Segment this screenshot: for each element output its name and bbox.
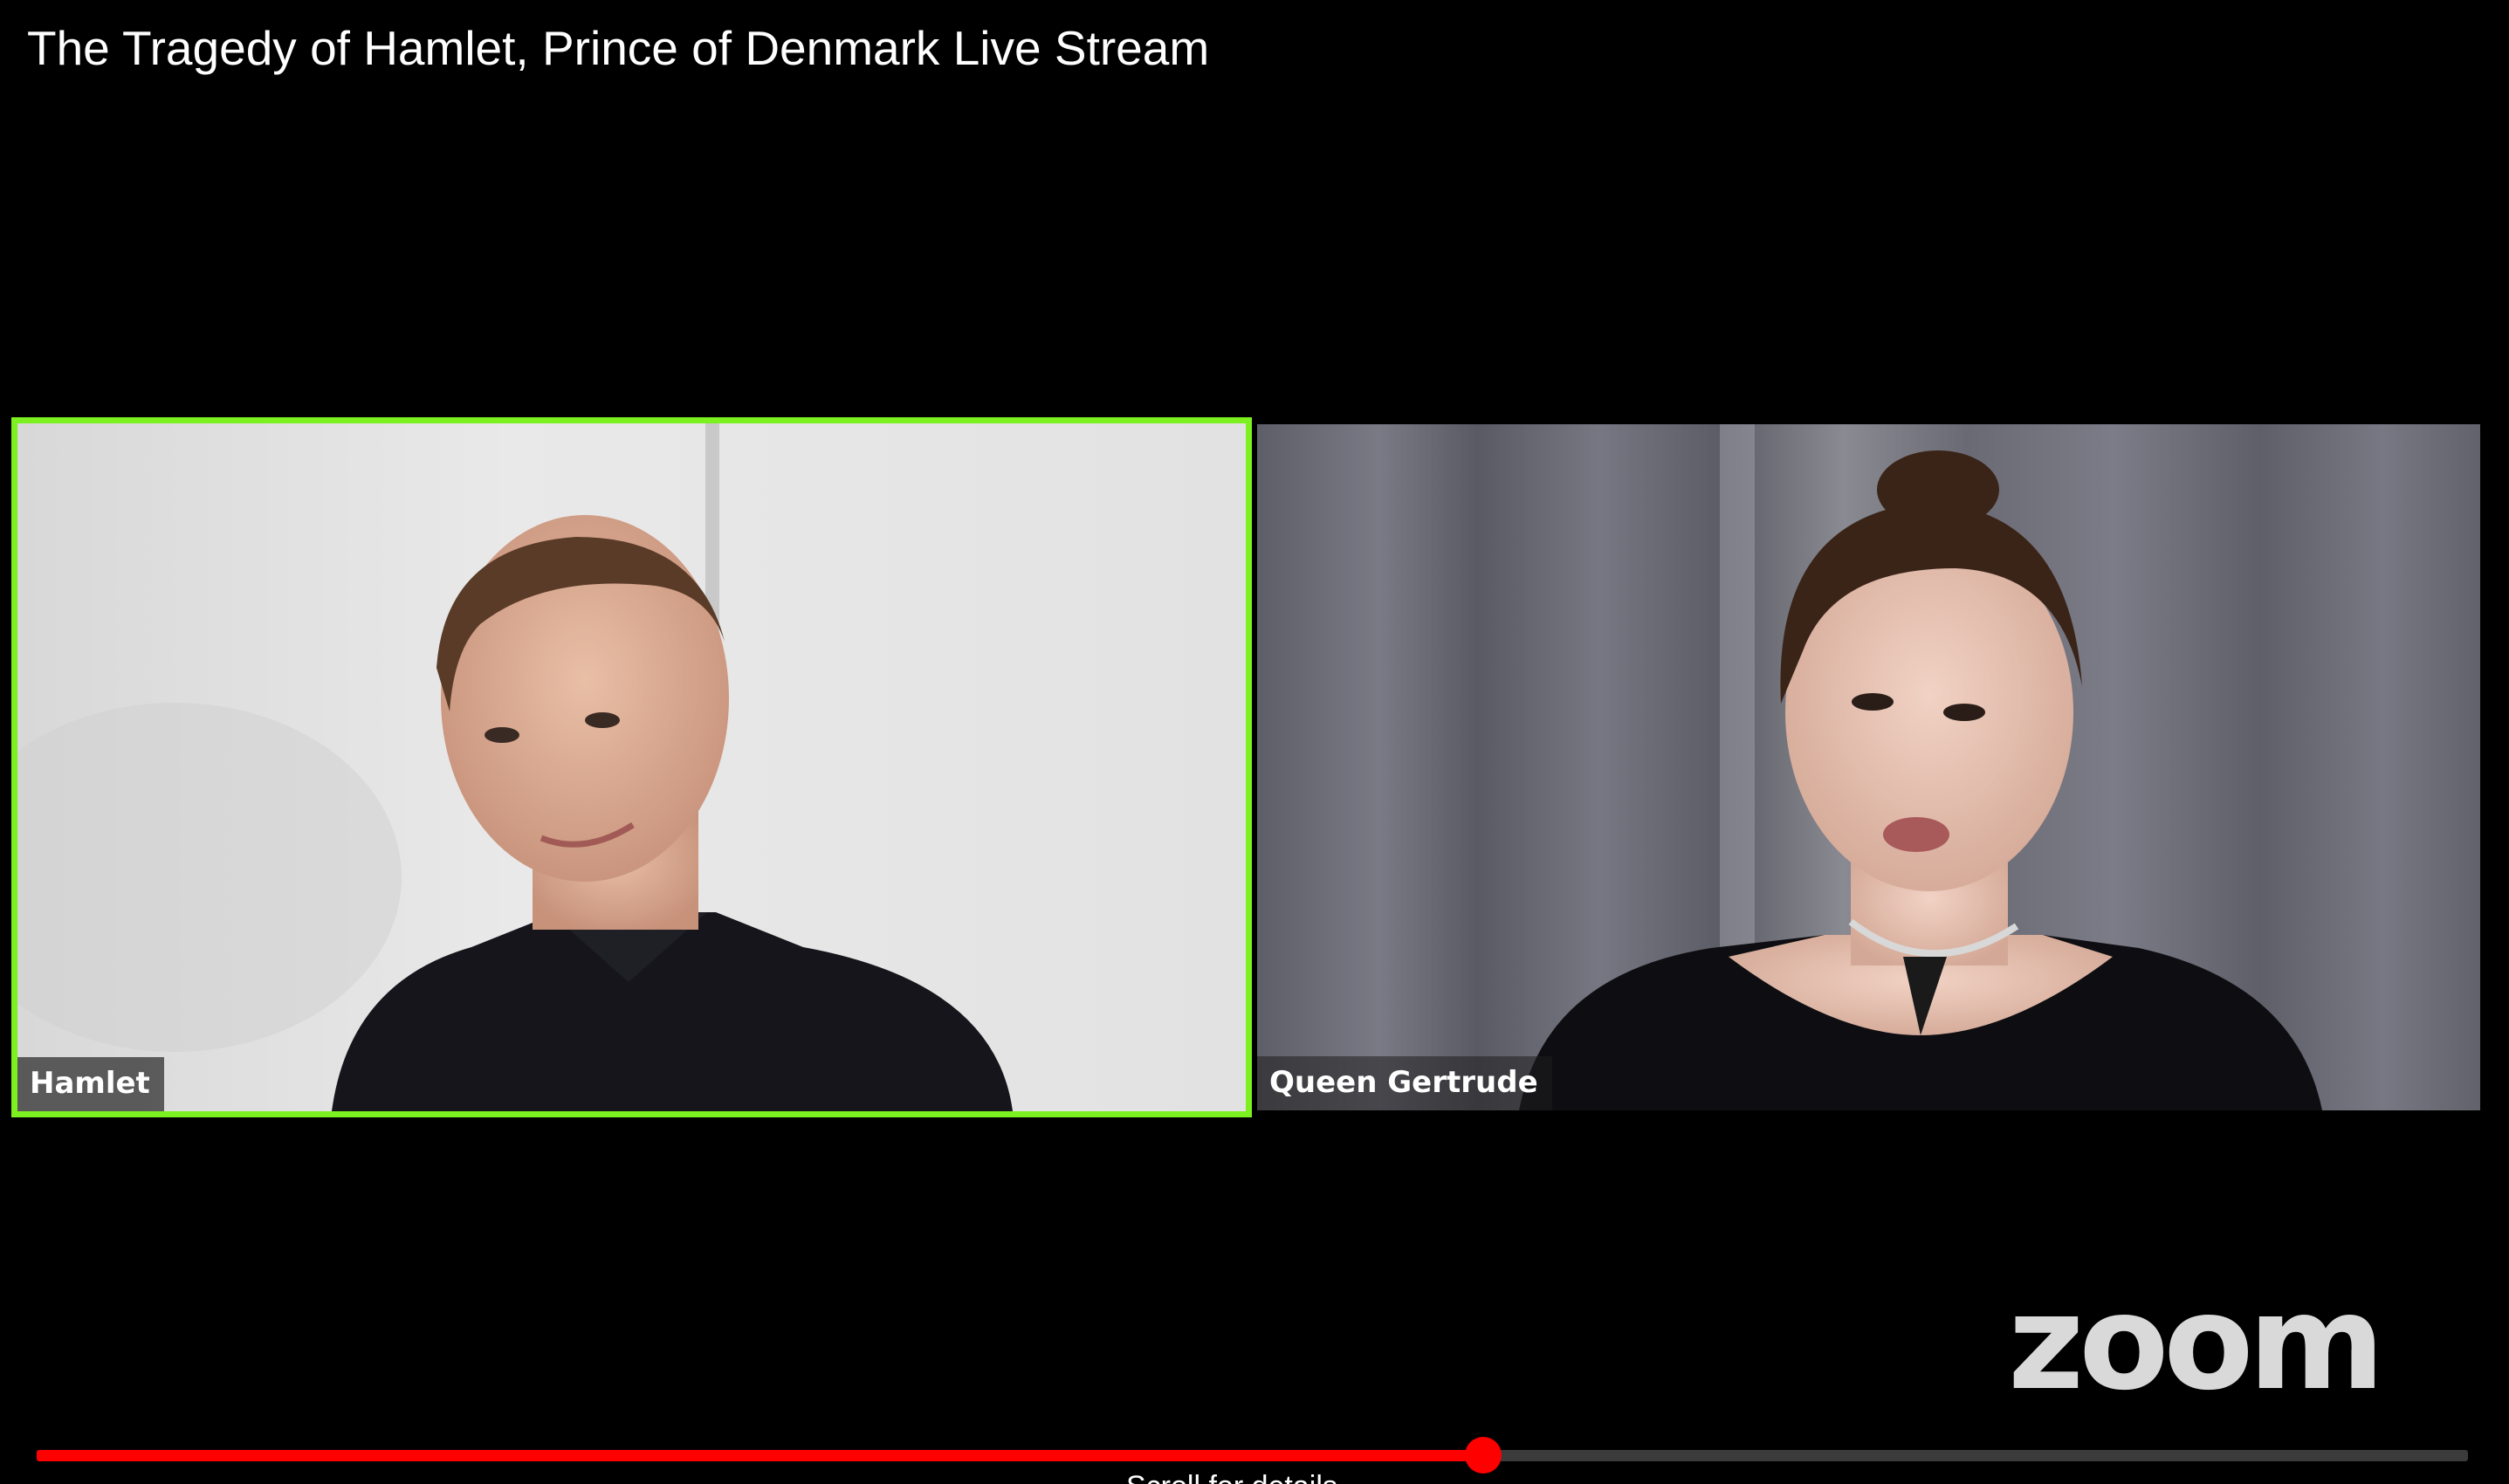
zoom-logo: zoom xyxy=(2008,1290,2385,1404)
participant-tile-hamlet: Hamlet xyxy=(11,417,1252,1117)
participant-tile-queen-gertrude: Queen Gertrude xyxy=(1257,424,2480,1110)
video-player[interactable]: The Tragedy of Hamlet, Prince of Denmark… xyxy=(0,0,2509,1484)
progress-bar[interactable] xyxy=(37,1437,2468,1474)
progress-scrubber-handle[interactable] xyxy=(1465,1437,1502,1474)
zoom-logo-text: zoom xyxy=(2008,1290,2380,1404)
progress-bar-played xyxy=(37,1450,1484,1461)
participant-video-hamlet xyxy=(17,423,1246,1111)
participant-video-queen-gertrude xyxy=(1519,424,2322,1110)
participant-name-label: Hamlet xyxy=(17,1057,164,1111)
video-title[interactable]: The Tragedy of Hamlet, Prince of Denmark… xyxy=(27,17,1209,79)
participant-name-label: Queen Gertrude xyxy=(1257,1056,1552,1110)
scroll-hint: Scroll for details xyxy=(1126,1470,1337,1484)
